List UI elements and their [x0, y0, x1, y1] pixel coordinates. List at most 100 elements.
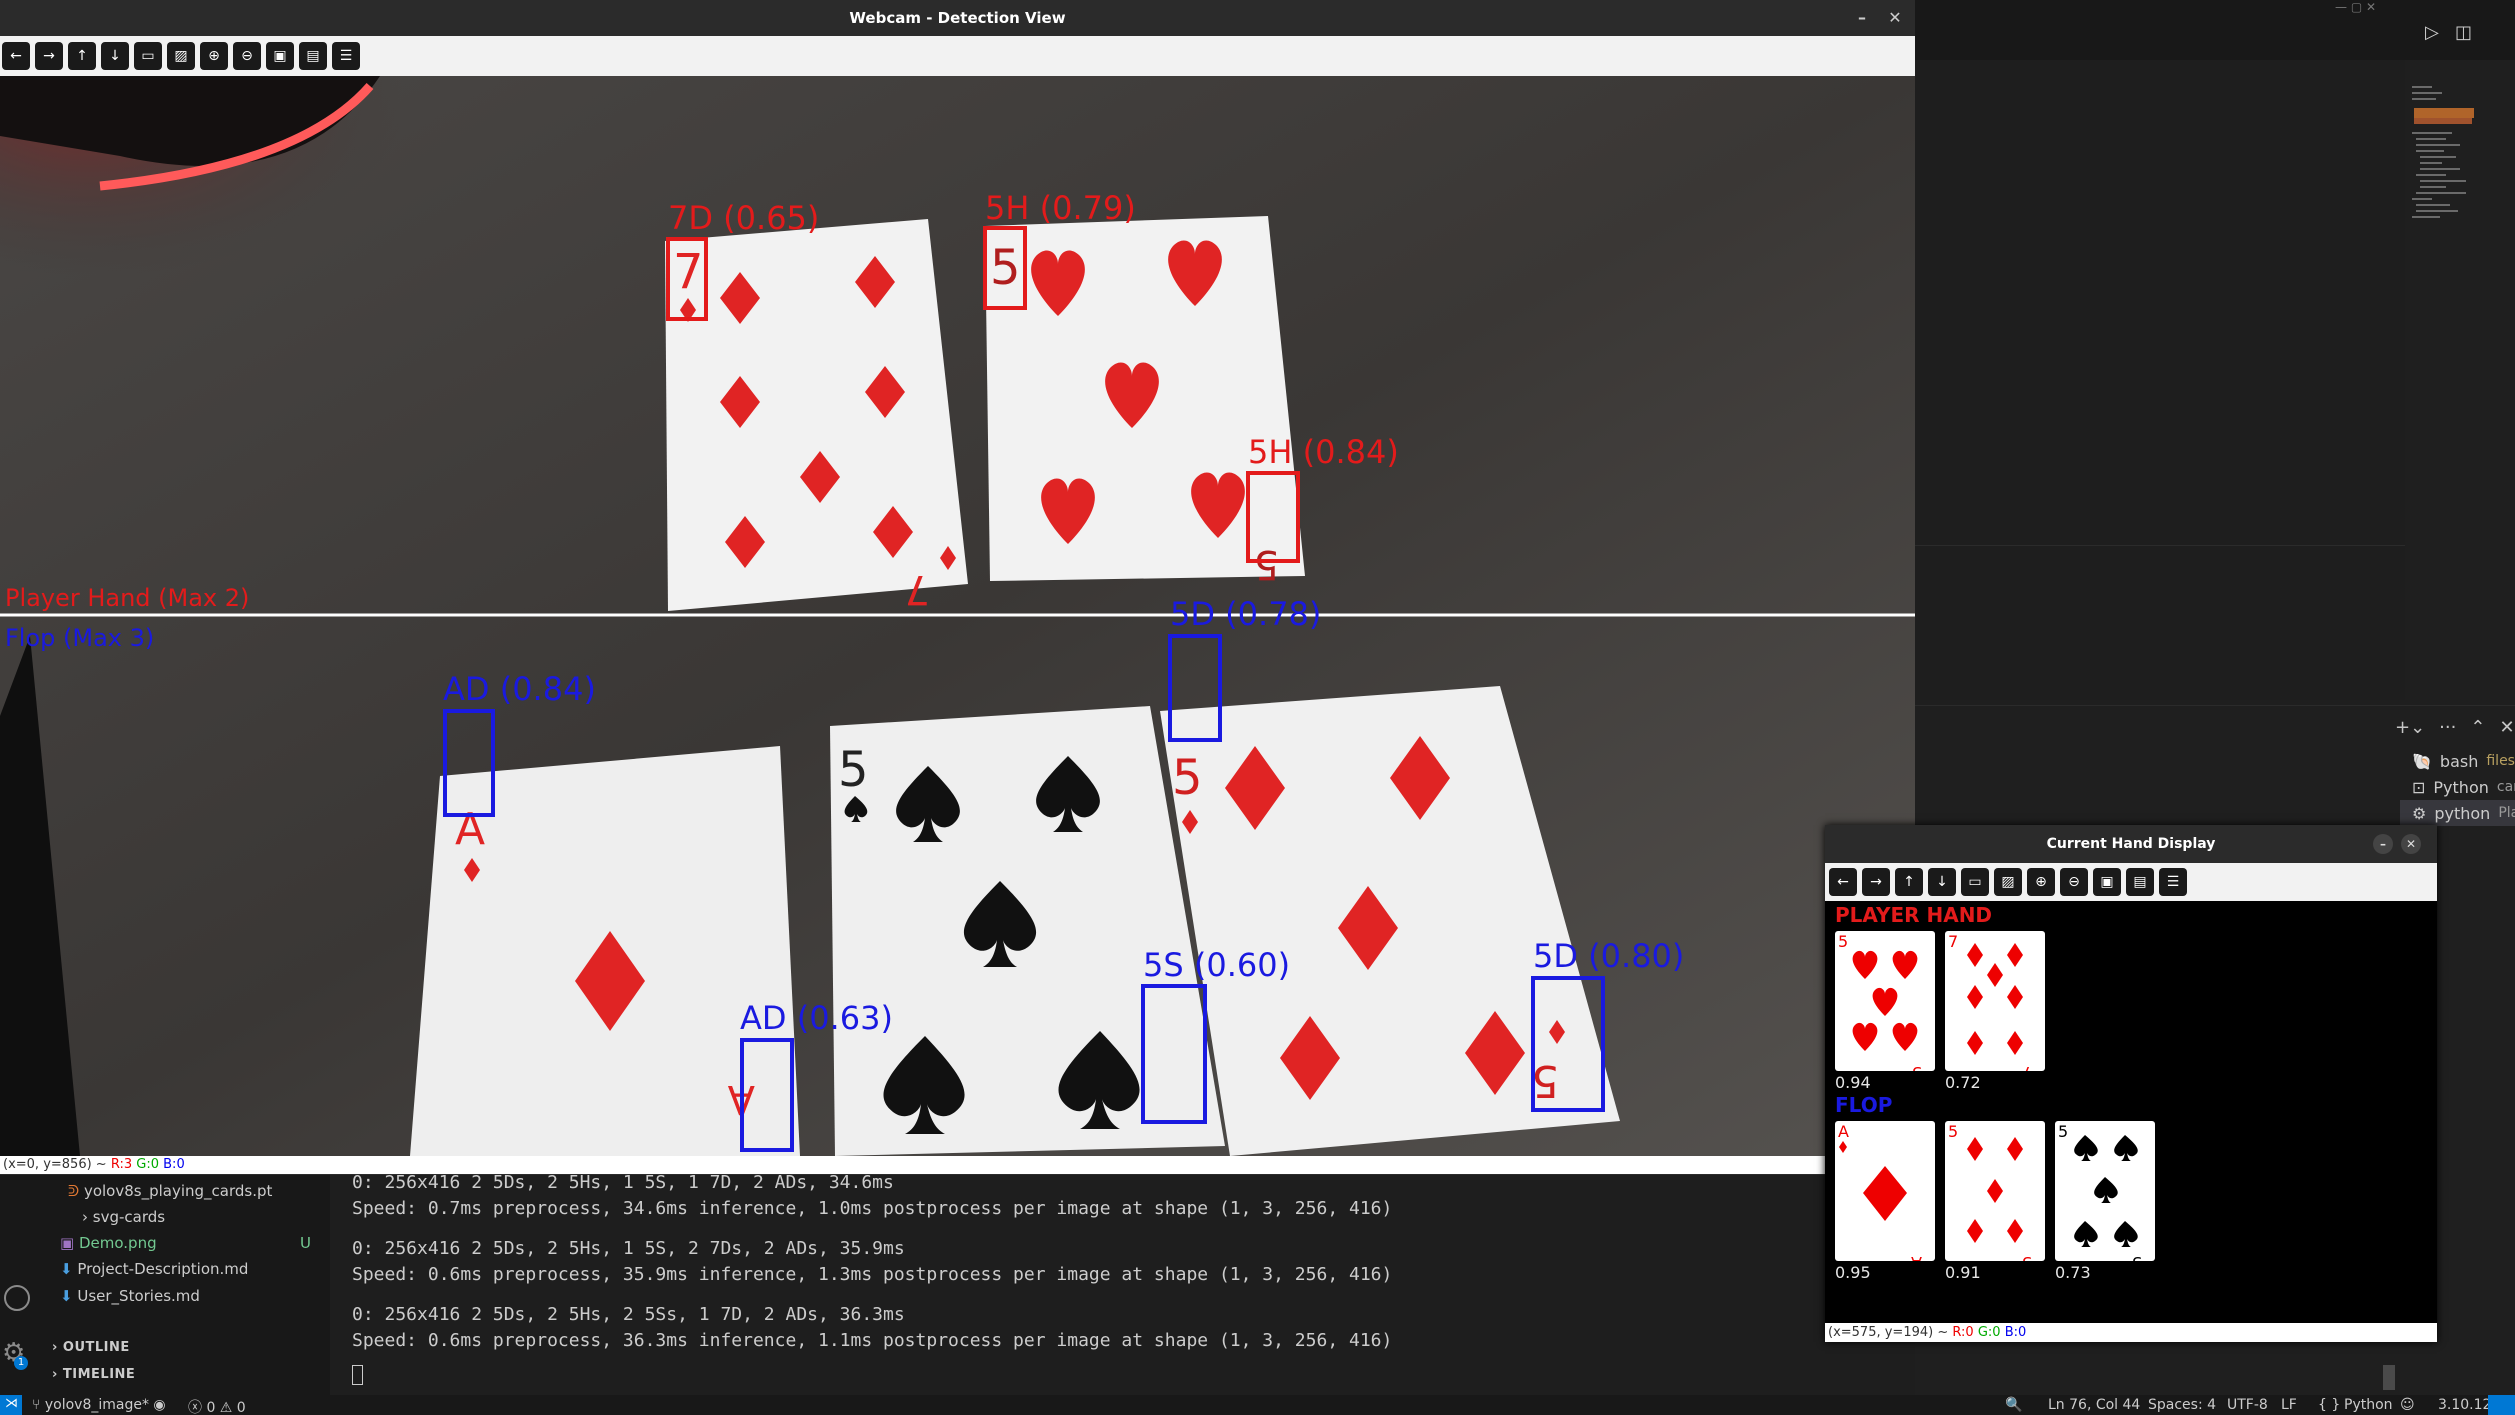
hand-toolbar: ← → ↑ ↓ ▭ ▨ ⊕ ⊖ ▣ ▤ ☰ [1825, 863, 2437, 901]
terminal-line: 0: 256x416 2 5Ds, 2 5Hs, 2 5Ss, 1 7D, 2 … [352, 1304, 905, 1325]
git-untracked-badge: U [300, 1234, 311, 1252]
add-terminal-icon[interactable]: +⌄ [2395, 717, 2425, 738]
svg-text:5: 5 [838, 742, 869, 798]
hand-canvas[interactable]: PLAYER HAND 5 5 7 [1825, 901, 2437, 1328]
terminal-cursor [352, 1365, 363, 1385]
maximize-panel-icon[interactable]: ⌃ [2470, 717, 2485, 738]
image-icon[interactable]: ▨ [1994, 868, 2022, 896]
zoom-out-icon[interactable]: ⊖ [233, 42, 261, 70]
window-title: Webcam - Detection View [849, 9, 1066, 27]
image-icon[interactable]: ▨ [167, 42, 195, 70]
webcam-statusbar: (x=0, y=856) ~ R:3 G:0 B:0 [0, 1156, 1915, 1174]
run-icon[interactable]: ▷ [2425, 22, 2439, 43]
terminal-line: Speed: 0.6ms preprocess, 35.9ms inferenc… [352, 1264, 1393, 1285]
language-mode[interactable]: Python [2344, 1397, 2393, 1413]
terminal-scrollbar[interactable] [2383, 1365, 2395, 1390]
card-image-7-diamonds: 7 7 [1945, 931, 2045, 1082]
arrow-right-icon[interactable]: → [35, 42, 63, 70]
branch-indicator[interactable]: ⑂ yolov8_image* ◉ [32, 1397, 166, 1413]
save-icon[interactable]: ▣ [266, 42, 294, 70]
properties-icon[interactable]: ☰ [2159, 868, 2187, 896]
close-icon[interactable]: ✕ [2401, 834, 2421, 854]
detection-label-5h-1: 5H (0.79) [985, 189, 1136, 227]
terminal-tab-python-play[interactable]: ⚙ python Pla... [2400, 800, 2515, 826]
zoom-icon[interactable]: 🔍 [2005, 1397, 2022, 1413]
timeline-section[interactable]: › TIMELINE [52, 1367, 135, 1382]
minimap[interactable] [2410, 80, 2510, 240]
arrow-down-icon[interactable]: ↓ [1928, 868, 1956, 896]
eye-icon: ◉ [153, 1397, 166, 1413]
detection-label-7d: 7D (0.65) [668, 199, 819, 237]
svg-text:5: 5 [1948, 1122, 1958, 1141]
file-item[interactable]: ⬇ Project-Description.md [60, 1260, 248, 1278]
chevron-right-icon: › [52, 1367, 58, 1382]
detection-label-ad-1: AD (0.84) [443, 670, 596, 708]
notifications-icon[interactable] [2488, 1395, 2515, 1415]
player-card-confidence: 0.72 [1945, 1073, 1981, 1092]
window-title: Current Hand Display [2046, 836, 2216, 852]
close-icon[interactable]: ✕ [1885, 8, 1905, 28]
more-icon[interactable]: ··· [2439, 717, 2456, 738]
panel-divider [1915, 705, 2515, 706]
file-item-demo[interactable]: ▣ Demo.png [60, 1234, 157, 1252]
copilot-icon[interactable]: ☺ [2400, 1397, 2415, 1413]
arrow-down-icon[interactable]: ↓ [101, 42, 129, 70]
outline-section[interactable]: › OUTLINE [52, 1340, 130, 1355]
window-icon[interactable]: ▤ [299, 42, 327, 70]
cursor-position[interactable]: Ln 76, Col 44 [2048, 1397, 2140, 1413]
problems-indicator[interactable]: ⓧ 0 ⚠ 0 [188, 1397, 246, 1415]
flop-card-confidence: 0.91 [1945, 1263, 1981, 1282]
braces-icon[interactable]: { } [2318, 1397, 2340, 1413]
arrow-left-icon[interactable]: ← [1829, 868, 1857, 896]
terminal-line: Speed: 0.6ms preprocess, 36.3ms inferenc… [352, 1330, 1393, 1351]
encoding[interactable]: UTF-8 [2227, 1397, 2268, 1413]
card-image-5-hearts: 5 5 [1835, 931, 1935, 1082]
svg-text:5: 5 [1172, 750, 1203, 806]
zoom-out-icon[interactable]: ⊖ [2060, 868, 2088, 896]
camera-feed[interactable]: 7 7 5 5 A A 5 5 5 7D (0.65) 5H (0.79) 5H… [0, 76, 1915, 1156]
properties-icon[interactable]: ☰ [332, 42, 360, 70]
fit-icon[interactable]: ▭ [134, 42, 162, 70]
terminal-output[interactable]: 0: 256x416 2 5Ds, 2 5Hs, 1 5S, 1 7D, 2 A… [330, 1160, 1915, 1395]
zone-label-flop: Flop (Max 3) [5, 624, 154, 652]
terminal-tab-python-car[interactable]: ⊡ Python car... [2400, 774, 2515, 800]
line-ending[interactable]: LF [2281, 1397, 2297, 1413]
file-icon: ᕲ [68, 1182, 80, 1200]
arrow-up-icon[interactable]: ↑ [68, 42, 96, 70]
python-version[interactable]: 3.10.12 [2438, 1397, 2491, 1413]
folder-item[interactable]: › svg-cards [82, 1208, 165, 1226]
zoom-in-icon[interactable]: ⊕ [2027, 868, 2055, 896]
arrow-left-icon[interactable]: ← [2, 42, 30, 70]
save-icon[interactable]: ▣ [2093, 868, 2121, 896]
card-face: 5 5 [1838, 932, 1922, 1082]
indentation[interactable]: Spaces: 4 [2148, 1397, 2216, 1413]
card-5-hearts: 5 5 [985, 216, 1305, 587]
svg-text:5: 5 [1531, 1055, 1559, 1106]
terminal-tab-bash[interactable]: 🐚 bash files [2400, 748, 2515, 774]
minimize-icon[interactable]: – [2373, 834, 2393, 854]
git-branch-icon: ⑂ [32, 1397, 41, 1413]
vscode-tab-strip: ▷ ◫ — ▢ ✕ [1915, 0, 2515, 60]
remote-icon[interactable]: ⋊ [0, 1395, 22, 1415]
file-item[interactable]: ⬇ User_Stories.md [60, 1287, 200, 1305]
svg-text:5: 5 [2022, 1253, 2032, 1261]
chevron-right-icon: › [82, 1208, 88, 1226]
zoom-in-icon[interactable]: ⊕ [200, 42, 228, 70]
python-icon: ⚙ [2412, 803, 2427, 823]
svg-text:A: A [1838, 1122, 1849, 1141]
card-7-diamonds: 7 7 [665, 219, 968, 612]
arrow-right-icon[interactable]: → [1862, 868, 1890, 896]
fit-icon[interactable]: ▭ [1961, 868, 1989, 896]
minimize-icon[interactable]: – [1852, 8, 1872, 28]
close-panel-icon[interactable]: ✕ [2499, 717, 2514, 738]
arrow-up-icon[interactable]: ↑ [1895, 868, 1923, 896]
window-icon[interactable]: ▤ [2126, 868, 2154, 896]
activity-bar: ⚙ 1 [0, 1160, 48, 1395]
split-editor-icon[interactable]: ◫ [2455, 22, 2472, 43]
flop-label: FLOP [1835, 1093, 1893, 1117]
webcam-titlebar: Webcam - Detection View – ✕ [0, 0, 1915, 36]
account-icon[interactable] [4, 1285, 30, 1311]
detection-label-5h-2: 5H (0.84) [1248, 433, 1399, 471]
hand-display-window: Current Hand Display – ✕ ← → ↑ ↓ ▭ ▨ ⊕ ⊖… [1825, 825, 2437, 1342]
file-item[interactable]: ᕲ yolov8s_playing_cards.pt [68, 1182, 272, 1200]
